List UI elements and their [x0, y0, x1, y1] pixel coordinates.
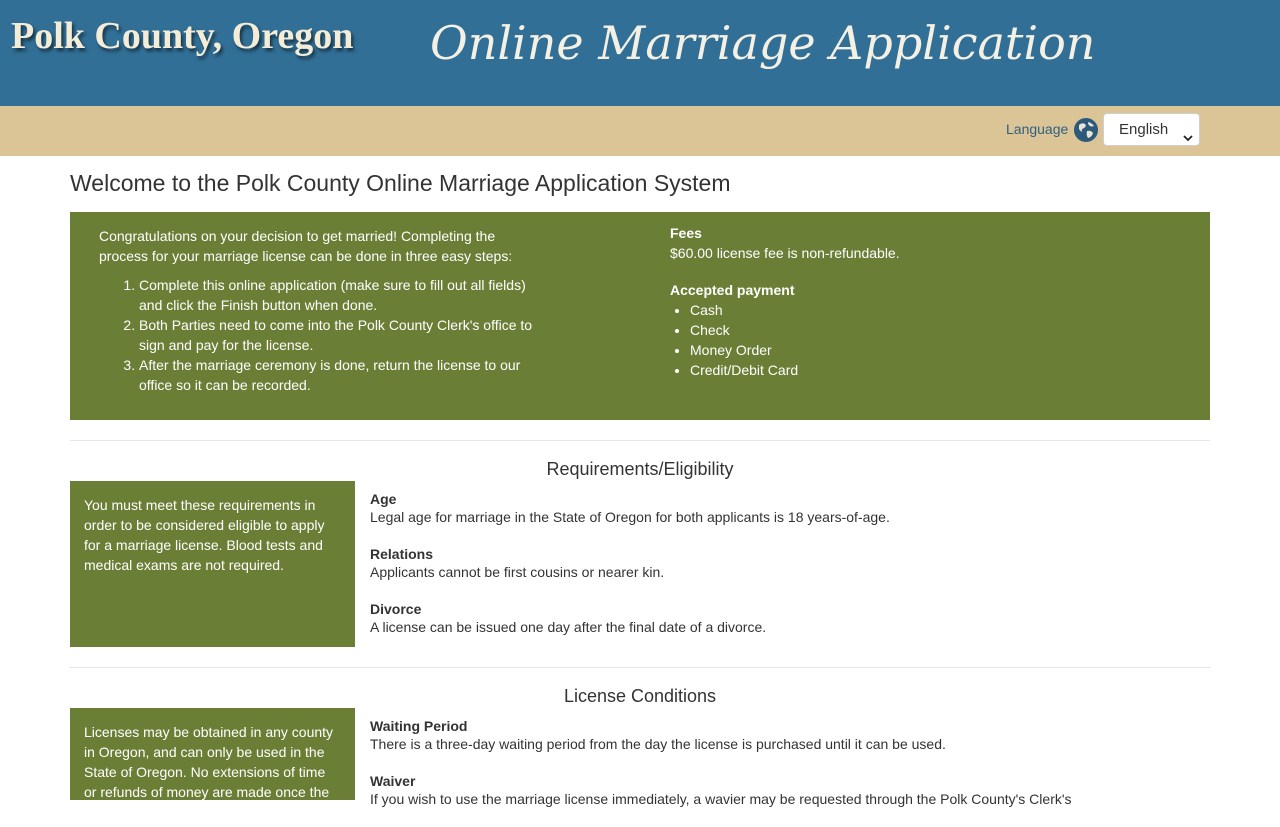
language-select[interactable]: English: [1103, 113, 1200, 146]
fees-label: Fees: [670, 225, 702, 241]
payment-method: Credit/Debit Card: [690, 360, 1170, 380]
globe-icon: [1073, 117, 1099, 143]
section-divider: [70, 667, 1210, 668]
requirement-text: Legal age for marriage in the State of O…: [370, 509, 890, 525]
fees-payment: Fees $60.00 license fee is non-refundabl…: [670, 223, 1170, 380]
app-title: Online Marriage Application: [430, 16, 1096, 70]
payment-methods-list: Cash Check Money Order Credit/Debit Card: [670, 300, 1170, 380]
section-divider: [70, 440, 1210, 441]
condition-text: If you wish to use the marriage license …: [370, 791, 1072, 807]
language-bar: Language English: [0, 106, 1280, 156]
chevron-down-icon: [1183, 123, 1193, 142]
condition-text: There is a three-day waiting period from…: [370, 736, 946, 752]
conditions-side-box: Licenses may be obtained in any county i…: [70, 708, 355, 800]
step-item: Both Parties need to come into the Polk …: [139, 315, 539, 355]
condition-label: Waiver: [370, 773, 416, 789]
intro-steps: Congratulations on your decision to get …: [99, 226, 539, 395]
condition-label: Waiting Period: [370, 718, 468, 734]
requirements-side-box: You must meet these requirements in orde…: [70, 481, 355, 647]
requirement-item: Relations Applicants cannot be first cou…: [370, 545, 1210, 581]
requirement-label: Divorce: [370, 601, 422, 617]
requirement-label: Age: [370, 491, 397, 507]
condition-item: Waiting Period There is a three-day wait…: [370, 717, 1210, 753]
payment-method: Money Order: [690, 340, 1170, 360]
requirements-items: Age Legal age for marriage in the State …: [370, 490, 1210, 655]
payment-label: Accepted payment: [670, 282, 795, 298]
page-title: Welcome to the Polk County Online Marria…: [70, 170, 731, 196]
step-item: Complete this online application (make s…: [139, 275, 539, 315]
payment-method: Cash: [690, 300, 1170, 320]
requirement-label: Relations: [370, 546, 434, 562]
requirements-title: Requirements/Eligibility: [546, 459, 734, 479]
condition-item: Waiver If you wish to use the marriage l…: [370, 772, 1210, 808]
language-label: Language: [1006, 121, 1069, 137]
conditions-title: License Conditions: [563, 686, 717, 706]
intro-text: Congratulations on your decision to get …: [99, 228, 513, 264]
step-item: After the marriage ceremony is done, ret…: [139, 355, 539, 395]
intro-panel: Congratulations on your decision to get …: [70, 212, 1210, 420]
payment-method: Check: [690, 320, 1170, 340]
county-brand[interactable]: Polk County, Oregon: [11, 14, 353, 58]
language-selected-value: English: [1119, 121, 1169, 138]
conditions-items: Waiting Period There is a three-day wait…: [370, 717, 1210, 827]
fees-text: $60.00 license fee is non-refundable.: [670, 245, 900, 261]
requirement-text: A license can be issued one day after th…: [370, 619, 767, 635]
site-header: Polk County, Oregon Online Marriage Appl…: [0, 0, 1280, 106]
requirement-text: Applicants cannot be first cousins or ne…: [370, 564, 665, 580]
requirement-item: Divorce A license can be issued one day …: [370, 600, 1210, 636]
requirement-item: Age Legal age for marriage in the State …: [370, 490, 1210, 526]
steps-list: Complete this online application (make s…: [99, 275, 539, 395]
